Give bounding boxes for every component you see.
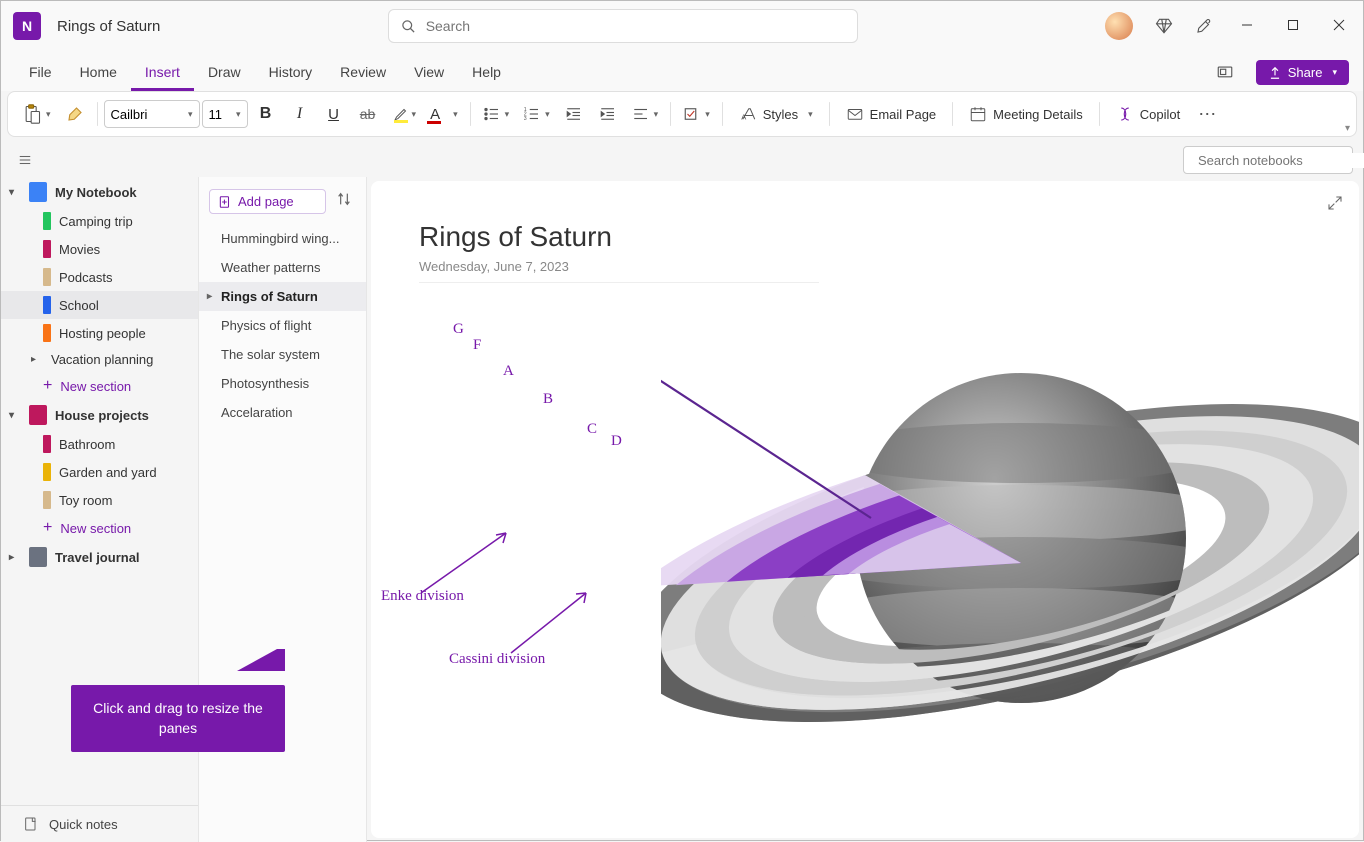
tab-review[interactable]: Review [326, 56, 400, 91]
notebook-item-movies[interactable]: Movies [1, 235, 198, 263]
avatar[interactable] [1105, 12, 1133, 40]
app-icon: N [13, 12, 41, 40]
subbar: ▾ [1, 143, 1363, 177]
indent-button[interactable] [592, 98, 624, 130]
page-item-physics-of-flight[interactable]: Physics of flight [199, 311, 366, 340]
enke-annotation: Enke division [381, 588, 464, 605]
search-icon [401, 19, 416, 34]
tag-button[interactable]: ▾ [677, 98, 716, 130]
page-item-accelaration[interactable]: Accelaration [199, 398, 366, 427]
notebook-item-podcasts[interactable]: Podcasts [1, 263, 198, 291]
tab-view[interactable]: View [400, 56, 458, 91]
notebook-item-hosting-people[interactable]: Hosting people [1, 319, 198, 347]
font-color-button[interactable]: A ▾ [424, 98, 464, 130]
page-item-the-solar-system[interactable]: The solar system [199, 340, 366, 369]
styles-button[interactable]: A Styles▾ [729, 98, 823, 130]
tab-help[interactable]: Help [458, 56, 515, 91]
content-pane: Rings of Saturn Wednesday, June 7, 2023 [371, 181, 1359, 838]
brush-icon[interactable] [1195, 17, 1213, 35]
ring-label-f: F [473, 337, 481, 354]
tab-insert[interactable]: Insert [131, 56, 194, 91]
align-button[interactable]: ▾ [626, 98, 665, 130]
search-input[interactable] [426, 18, 845, 34]
email-page-button[interactable]: Email Page [836, 98, 946, 130]
page-item-weather-patterns[interactable]: Weather patterns [199, 253, 366, 282]
more-button[interactable]: ⋯ [1192, 98, 1224, 130]
page-item-rings-of-saturn[interactable]: ▸Rings of Saturn [199, 282, 366, 311]
highlight-button[interactable]: ▾ [386, 98, 423, 130]
note-diagram: G F A B C D Enke division Cassini divisi… [401, 303, 1301, 803]
notebook-item-camping-trip[interactable]: Camping trip [1, 207, 198, 235]
notebook-item-garden-and-yard[interactable]: Garden and yard [1, 458, 198, 486]
copilot-button[interactable]: Copilot [1106, 98, 1190, 130]
font-size-select[interactable]: 11▾ [202, 100, 248, 128]
expand-icon[interactable] [1323, 191, 1347, 220]
italic-button[interactable]: I [284, 98, 316, 130]
document-title: Rings of Saturn [57, 18, 160, 35]
notebook-search-input[interactable] [1198, 153, 1364, 168]
share-label: Share [1288, 65, 1323, 80]
tab-file[interactable]: File [15, 56, 66, 91]
ribbon-overflow-icon[interactable]: ▾ [1345, 123, 1350, 134]
notebook-search[interactable]: ▾ [1183, 146, 1353, 174]
nav-pane-toggle-icon[interactable] [11, 149, 39, 171]
outdent-button[interactable] [558, 98, 590, 130]
new-section-button[interactable]: +New section [1, 514, 198, 542]
notebook-item-my-notebook[interactable]: ▾My Notebook [1, 177, 198, 207]
new-section-button[interactable]: +New section [1, 372, 198, 400]
notebook-item-travel-journal[interactable]: ▸Travel journal [1, 542, 198, 572]
notebook-item-bathroom[interactable]: Bathroom [1, 430, 198, 458]
page-item-photosynthesis[interactable]: Photosynthesis [199, 369, 366, 398]
paste-button[interactable]: ▾ [16, 98, 57, 130]
format-painter-button[interactable] [59, 98, 91, 130]
search-box[interactable] [388, 9, 858, 43]
ring-label-a: A [503, 363, 514, 380]
main: ▾My NotebookCamping tripMoviesPodcastsSc… [1, 177, 1363, 842]
meeting-details-button[interactable]: Meeting Details [959, 98, 1093, 130]
diamond-icon[interactable] [1155, 17, 1173, 35]
note-title[interactable]: Rings of Saturn [419, 221, 1359, 253]
notebooks-pane: ▾My NotebookCamping tripMoviesPodcastsSc… [1, 177, 199, 842]
ribbon-tabs: FileHomeInsertDrawHistoryReviewViewHelp … [1, 51, 1363, 91]
underline-button[interactable]: U [318, 98, 350, 130]
bold-button[interactable]: B [250, 98, 282, 130]
notebook-item-house-projects[interactable]: ▾House projects [1, 400, 198, 430]
close-button[interactable] [1327, 18, 1351, 34]
saturn-image [661, 333, 1359, 793]
ring-label-c: C [587, 421, 597, 438]
numbering-button[interactable]: 123 ▾ [517, 98, 556, 130]
page-item-hummingbird-wing-[interactable]: Hummingbird wing... [199, 224, 366, 253]
resize-tooltip: Click and drag to resize the panes [71, 685, 285, 752]
present-icon[interactable] [1206, 58, 1244, 91]
tab-history[interactable]: History [255, 56, 327, 91]
maximize-button[interactable] [1281, 18, 1305, 34]
ring-label-g: G [453, 321, 464, 338]
notebook-item-vacation-planning[interactable]: ▸Vacation planning [1, 347, 198, 372]
note-date: Wednesday, June 7, 2023 [419, 259, 819, 283]
toolbar: ▾ Cailbri▾ 11▾ B I U ab ▾ A ▾ ▾ 123 ▾ ▾ [7, 91, 1357, 137]
notebook-item-school[interactable]: School [1, 291, 198, 319]
font-select[interactable]: Cailbri▾ [104, 100, 200, 128]
bullets-button[interactable]: ▾ [477, 98, 516, 130]
ring-label-b: B [543, 391, 553, 408]
tab-draw[interactable]: Draw [194, 56, 255, 91]
strikethrough-button[interactable]: ab [352, 98, 384, 130]
ring-label-d: D [611, 433, 622, 450]
svg-text:3: 3 [524, 116, 527, 122]
sort-pages-icon[interactable] [332, 187, 356, 216]
quick-notes-button[interactable]: Quick notes [1, 805, 198, 842]
titlebar: N Rings of Saturn [1, 1, 1363, 51]
add-page-button[interactable]: Add page [209, 189, 326, 214]
cassini-annotation: Cassini division [449, 651, 545, 668]
tab-home[interactable]: Home [66, 56, 131, 91]
share-button[interactable]: Share ▾ [1256, 60, 1349, 85]
notebook-item-toy-room[interactable]: Toy room [1, 486, 198, 514]
svg-text:A: A [741, 112, 746, 121]
minimize-button[interactable] [1235, 18, 1259, 34]
